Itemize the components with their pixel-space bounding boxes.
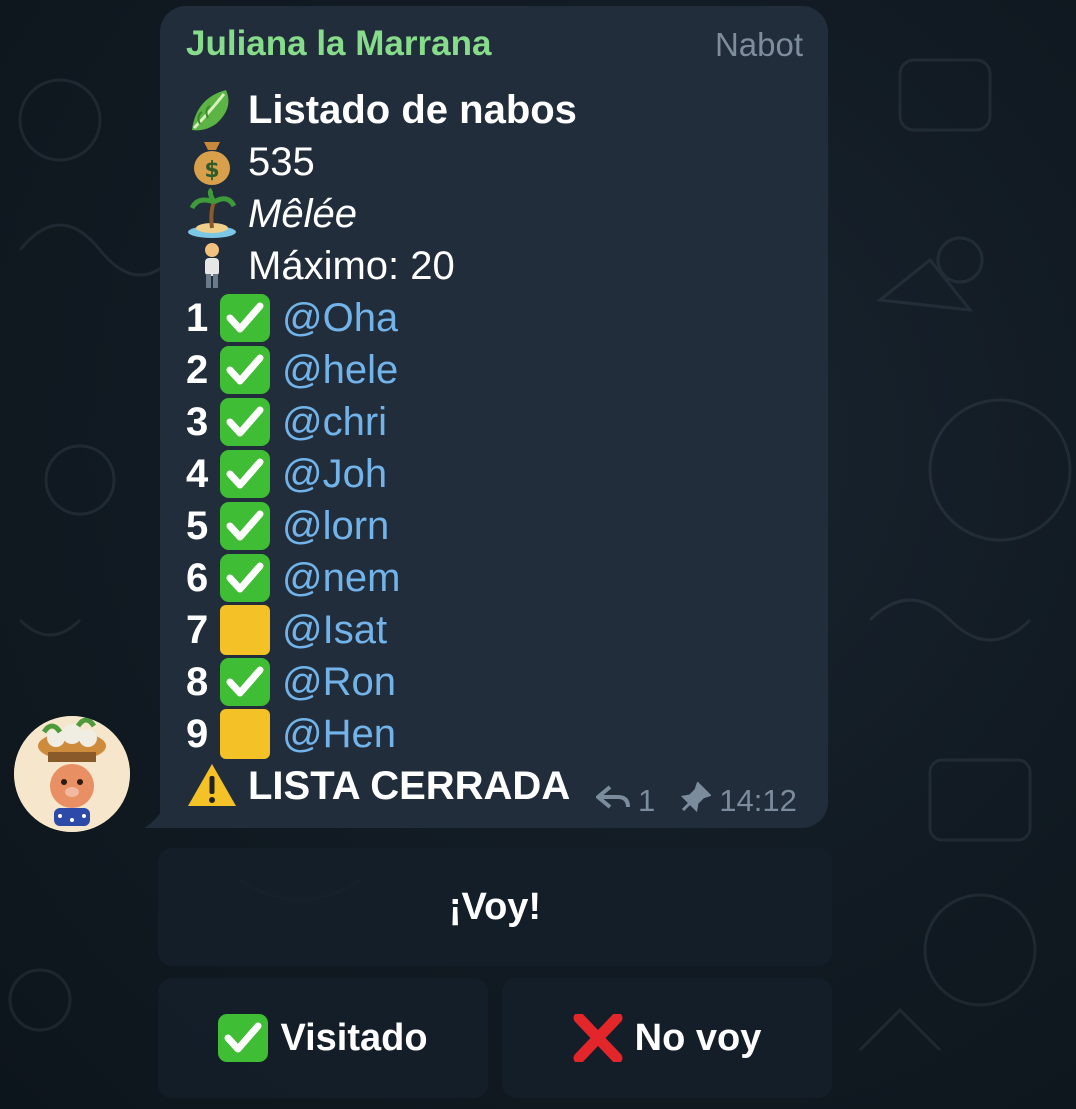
participant-number: 4 xyxy=(186,452,209,496)
participant-row: 4 @Joh xyxy=(186,448,398,500)
participant-number: 7 xyxy=(186,608,209,652)
sender-avatar[interactable] xyxy=(14,716,130,832)
max-participants: Máximo: 20 xyxy=(248,244,455,288)
no-voy-button[interactable]: No voy xyxy=(502,978,832,1098)
warning-icon xyxy=(186,760,238,812)
participant-mention[interactable]: @Joh xyxy=(282,448,398,500)
island-name: Mêlée xyxy=(248,192,357,236)
sender-name[interactable]: Juliana la Marrana xyxy=(186,24,491,64)
check-icon xyxy=(220,502,270,550)
turnip-price: 535 xyxy=(248,140,315,184)
no-voy-label: No voy xyxy=(634,1016,762,1059)
check-icon xyxy=(220,658,270,706)
participant-number: 5 xyxy=(186,504,209,548)
check-icon xyxy=(220,294,270,342)
person-icon xyxy=(186,240,238,292)
participant-mention[interactable]: @hele xyxy=(282,344,398,396)
participant-row: 1 @Oha xyxy=(186,292,398,344)
voy-button[interactable]: ¡Voy! xyxy=(158,848,832,966)
voy-label: ¡Voy! xyxy=(448,885,542,928)
participant-row: 2 @hele xyxy=(186,344,398,396)
participant-mention[interactable]: @Oha xyxy=(282,292,398,344)
svg-text:$: $ xyxy=(204,158,219,183)
max-line: Máximo: 20 xyxy=(186,240,455,292)
pin-icon xyxy=(681,781,713,820)
visitado-button[interactable]: Visitado xyxy=(158,978,488,1098)
list-closed-label: LISTA CERRADA xyxy=(248,764,571,808)
participant-number: 9 xyxy=(186,712,209,756)
reply-count: 1 xyxy=(638,783,656,818)
participant-row: 8 @Ron xyxy=(186,656,398,708)
desert-island-icon xyxy=(186,187,238,240)
participant-mention[interactable]: @Hen xyxy=(282,708,398,760)
check-icon xyxy=(220,346,270,394)
participant-mention[interactable]: @chri xyxy=(282,396,398,448)
check-icon xyxy=(220,554,270,602)
lettuce-icon xyxy=(186,84,238,136)
participant-row: 6 @nem xyxy=(186,552,398,604)
money-bag-icon: $ xyxy=(186,136,238,188)
message-meta: 1 14:12 xyxy=(594,781,797,821)
participant-number: 6 xyxy=(186,556,209,600)
via-bot-label: Nabot xyxy=(714,26,803,63)
visitado-label: Visitado xyxy=(280,1016,428,1059)
participant-mention[interactable]: @Isat xyxy=(282,604,398,656)
title-line: Listado de nabos xyxy=(186,84,577,136)
participant-number: 2 xyxy=(186,348,209,392)
pending-square-icon xyxy=(220,605,270,655)
participant-row: 5 @lorn xyxy=(186,500,398,552)
participant-mention[interactable]: @lorn xyxy=(282,500,398,552)
reply-icon[interactable] xyxy=(594,783,630,819)
closed-line: LISTA CERRADA xyxy=(186,760,570,812)
message-time: 14:12 xyxy=(719,783,797,818)
check-icon xyxy=(218,1014,269,1062)
price-line: $ 535 xyxy=(186,136,315,188)
check-icon xyxy=(220,450,270,498)
participant-row: 3 @chri xyxy=(186,396,398,448)
participant-number: 8 xyxy=(186,660,209,704)
participant-mention[interactable]: @Ron xyxy=(282,656,398,708)
pending-square-icon xyxy=(220,709,270,759)
participant-row: 9 @Hen xyxy=(186,708,398,760)
cross-icon xyxy=(573,1012,623,1064)
participant-mention[interactable]: @nem xyxy=(282,552,398,604)
island-line: Mêlée xyxy=(186,187,357,240)
participant-number: 3 xyxy=(186,400,209,444)
participant-number: 1 xyxy=(186,296,209,340)
participant-row: 7 @Isat xyxy=(186,604,398,656)
check-icon xyxy=(220,398,270,446)
list-title: Listado de nabos xyxy=(248,88,577,132)
